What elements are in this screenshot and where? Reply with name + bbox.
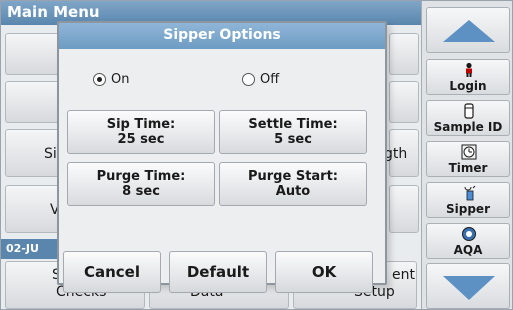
sip-time-button[interactable]: Sip Time: 25 sec xyxy=(67,110,215,154)
scroll-down-button[interactable] xyxy=(426,263,510,309)
radio-off-indicator xyxy=(242,73,255,86)
sipper-options-dialog: Sipper Options On Off Sip Time: 25 sec S… xyxy=(57,21,387,293)
arrow-up-icon xyxy=(443,20,495,42)
default-button[interactable]: Default xyxy=(169,251,267,293)
timer-label: Timer xyxy=(448,161,488,175)
status-date: 02-JU xyxy=(6,242,39,255)
sipper-label: Sipper xyxy=(446,202,490,216)
bg-tile-right-3[interactable]: gth xyxy=(384,129,419,177)
sipper-button[interactable]: Sipper xyxy=(426,182,510,218)
bg-tile-right-5-label: ent xyxy=(392,267,415,283)
sample-id-label: Sample ID xyxy=(433,120,503,134)
ok-button[interactable]: OK xyxy=(275,251,373,293)
bg-tile-right-1[interactable] xyxy=(389,33,419,75)
bg-tile-left-3-label: Si xyxy=(44,146,57,162)
purge-start-button[interactable]: Purge Start: Auto xyxy=(219,162,367,206)
purge-time-value: 8 sec xyxy=(122,184,160,199)
purge-time-label: Purge Time: xyxy=(96,169,186,184)
aqa-icon xyxy=(462,227,476,241)
bg-tile-right-2[interactable] xyxy=(389,81,419,123)
scroll-up-button[interactable] xyxy=(426,7,510,53)
settle-time-value: 5 sec xyxy=(274,132,312,147)
login-label: Login xyxy=(449,79,487,93)
screen: Main Menu Si V S Checks Data ent Setup g… xyxy=(0,0,513,310)
sample-vial-icon xyxy=(464,103,474,119)
purge-start-label: Purge Start: xyxy=(247,169,339,184)
cancel-button[interactable]: Cancel xyxy=(63,251,161,293)
settle-time-label: Settle Time: xyxy=(248,117,338,132)
sample-id-button[interactable]: Sample ID xyxy=(426,100,510,136)
radio-on-label: On xyxy=(111,72,130,87)
dialog-title-bar: Sipper Options xyxy=(59,23,385,49)
radio-on-indicator xyxy=(93,73,106,86)
radio-on[interactable]: On xyxy=(93,72,153,88)
radio-off[interactable]: Off xyxy=(242,72,302,88)
sip-time-label: Sip Time: xyxy=(106,117,176,132)
main-menu-title: Main Menu xyxy=(7,3,100,21)
aqa-label: AQA xyxy=(453,243,483,257)
login-button[interactable]: Login xyxy=(426,59,510,95)
settle-time-button[interactable]: Settle Time: 5 sec xyxy=(219,110,367,154)
aqa-button[interactable]: AQA xyxy=(426,223,510,259)
dialog-title: Sipper Options xyxy=(163,27,281,43)
radio-off-label: Off xyxy=(260,72,280,87)
purge-start-value: Auto xyxy=(275,184,311,199)
sip-time-value: 25 sec xyxy=(117,132,165,147)
sipper-icon xyxy=(464,185,476,201)
purge-time-button[interactable]: Purge Time: 8 sec xyxy=(67,162,215,206)
person-icon xyxy=(466,62,472,77)
bg-tile-right-4[interactable] xyxy=(389,185,419,233)
timer-icon xyxy=(461,144,477,160)
timer-button[interactable]: Timer xyxy=(426,141,510,177)
side-panel: Login Sample ID Timer Sipper AQA xyxy=(421,1,512,309)
arrow-down-icon xyxy=(443,276,495,300)
